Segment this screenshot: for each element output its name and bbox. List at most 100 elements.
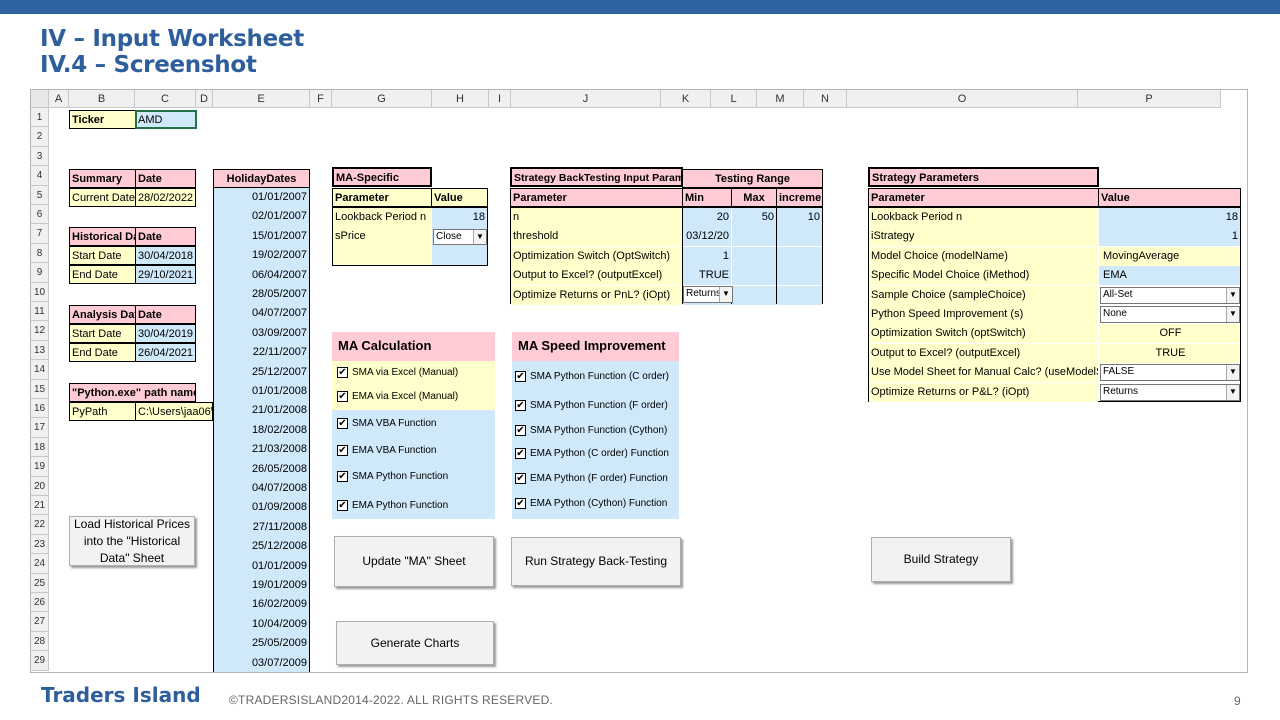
backtesting-increment-value[interactable] bbox=[777, 246, 822, 266]
strategy-param-dropdown[interactable]: All-Set ▼ bbox=[1100, 286, 1240, 304]
holiday-date-cell[interactable]: 22/11/2007 bbox=[214, 343, 309, 362]
row-header[interactable]: 4 bbox=[31, 166, 49, 186]
strategy-param-value[interactable]: 18 bbox=[1099, 208, 1240, 227]
holiday-date-cell[interactable]: 27/11/2008 bbox=[214, 518, 309, 537]
holiday-date-cell[interactable]: 06/04/2007 bbox=[214, 266, 309, 285]
row-header[interactable]: 19 bbox=[31, 457, 49, 477]
historical-start-value[interactable]: 30/04/2018 bbox=[135, 246, 196, 265]
ma-calc-checkbox[interactable]: ✔ SMA Python Function bbox=[337, 471, 448, 482]
holiday-date-cell[interactable]: 21/03/2008 bbox=[214, 440, 309, 459]
backtesting-increment-value[interactable] bbox=[777, 227, 822, 247]
holiday-date-cell[interactable]: 18/02/2008 bbox=[214, 421, 309, 440]
row-header[interactable]: 7 bbox=[31, 224, 49, 244]
row-header[interactable]: 1 bbox=[31, 108, 49, 128]
row-header[interactable]: 23 bbox=[31, 534, 49, 555]
row-header[interactable]: 10 bbox=[31, 282, 49, 302]
column-header[interactable]: D bbox=[196, 90, 213, 108]
row-header[interactable]: 17 bbox=[31, 418, 49, 438]
row-header[interactable]: 9 bbox=[31, 263, 49, 283]
row-header[interactable]: 5 bbox=[31, 185, 49, 205]
python-path-value[interactable]: C:\Users\jaa06\A bbox=[135, 402, 213, 421]
sprice-dropdown[interactable]: Close ▼ bbox=[433, 229, 487, 245]
strategy-param-value[interactable]: 1 bbox=[1099, 227, 1240, 247]
column-header[interactable]: K bbox=[661, 90, 711, 108]
backtesting-min-value[interactable]: 20 bbox=[683, 208, 731, 227]
select-all-corner[interactable] bbox=[31, 90, 49, 108]
ma-speed-checkbox[interactable]: ✔ EMA Python (Cython) Function bbox=[515, 498, 667, 509]
column-header[interactable]: G bbox=[332, 90, 432, 108]
holiday-date-cell[interactable]: 01/09/2008 bbox=[214, 498, 309, 517]
update-ma-button[interactable]: Update "MA" Sheet bbox=[334, 536, 494, 587]
row-header[interactable]: 18 bbox=[31, 437, 49, 458]
column-header[interactable]: M bbox=[757, 90, 804, 108]
ma-calc-checkbox[interactable]: ✔ SMA VBA Function bbox=[337, 418, 437, 429]
column-header[interactable]: F bbox=[310, 90, 332, 108]
row-header[interactable]: 2 bbox=[31, 127, 49, 147]
column-header[interactable]: C bbox=[135, 90, 196, 108]
holiday-date-cell[interactable]: 25/05/2009 bbox=[214, 634, 309, 653]
row-header[interactable]: 27 bbox=[31, 612, 49, 632]
row-header[interactable]: 20 bbox=[31, 476, 49, 496]
row-header[interactable]: 25 bbox=[31, 573, 49, 593]
holiday-date-cell[interactable]: 01/01/2007 bbox=[214, 188, 309, 207]
holiday-date-cell[interactable]: 19/02/2007 bbox=[214, 246, 309, 265]
holiday-date-cell[interactable]: 25/12/2008 bbox=[214, 537, 309, 556]
ma-speed-checkbox[interactable]: ✔ SMA Python Function (Cython) bbox=[515, 425, 667, 436]
holiday-date-cell[interactable]: 26/05/2008 bbox=[214, 460, 309, 479]
row-header[interactable]: 12 bbox=[31, 321, 49, 341]
holiday-date-cell[interactable]: 03/09/2007 bbox=[214, 324, 309, 343]
historical-end-value[interactable]: 29/10/2021 bbox=[135, 265, 196, 284]
generate-charts-button[interactable]: Generate Charts bbox=[336, 621, 494, 665]
ma-speed-checkbox[interactable]: ✔ SMA Python Function (F order) bbox=[515, 400, 668, 411]
strategy-param-dropdown[interactable]: None ▼ bbox=[1100, 306, 1240, 323]
load-historical-button[interactable]: Load Historical Prices into the "Histori… bbox=[69, 516, 195, 566]
holiday-date-cell[interactable]: 03/07/2009 bbox=[214, 654, 309, 672]
row-header[interactable]: 11 bbox=[31, 302, 49, 322]
holiday-date-cell[interactable]: 28/05/2007 bbox=[214, 285, 309, 304]
row-header[interactable]: 15 bbox=[31, 379, 49, 399]
backtesting-max-value[interactable]: 50 bbox=[732, 208, 776, 227]
holiday-date-cell[interactable]: 04/07/2007 bbox=[214, 304, 309, 323]
holiday-date-cell[interactable]: 25/12/2007 bbox=[214, 363, 309, 382]
holiday-date-cell[interactable]: 02/01/2007 bbox=[214, 207, 309, 226]
backtesting-increment-value[interactable] bbox=[777, 285, 822, 305]
row-header[interactable]: 14 bbox=[31, 360, 49, 380]
holiday-date-cell[interactable]: 10/04/2009 bbox=[214, 615, 309, 634]
column-header[interactable]: H bbox=[432, 90, 489, 108]
column-header[interactable]: B bbox=[69, 90, 135, 108]
holiday-date-cell[interactable]: 01/01/2009 bbox=[214, 557, 309, 576]
column-header[interactable]: O bbox=[847, 90, 1078, 108]
backtesting-min-value[interactable]: 1 bbox=[683, 246, 731, 266]
strategy-param-dropdown[interactable]: FALSE ▼ bbox=[1100, 364, 1240, 382]
column-header[interactable]: J bbox=[511, 90, 661, 108]
build-strategy-button[interactable]: Build Strategy bbox=[871, 537, 1011, 582]
analysis-start-value[interactable]: 30/04/2019 bbox=[135, 324, 196, 343]
row-header[interactable]: 21 bbox=[31, 496, 49, 516]
lookback-value[interactable]: 18 bbox=[432, 208, 487, 227]
column-header[interactable]: A bbox=[49, 90, 69, 108]
backtesting-increment-value[interactable] bbox=[777, 266, 822, 286]
backtesting-max-value[interactable] bbox=[732, 266, 776, 286]
row-header[interactable]: 22 bbox=[31, 515, 49, 535]
ma-speed-checkbox[interactable]: ✔ EMA Python (C order) Function bbox=[515, 448, 669, 459]
ma-speed-checkbox[interactable]: ✔ SMA Python Function (C order) bbox=[515, 371, 669, 382]
row-header[interactable]: 26 bbox=[31, 593, 49, 613]
holiday-date-cell[interactable]: 21/01/2008 bbox=[214, 401, 309, 420]
strategy-param-value[interactable]: EMA bbox=[1099, 266, 1240, 286]
column-header[interactable]: P bbox=[1078, 90, 1221, 108]
column-header[interactable]: L bbox=[711, 90, 757, 108]
holiday-date-cell[interactable]: 01/01/2008 bbox=[214, 382, 309, 401]
holiday-date-cell[interactable]: 16/02/2009 bbox=[214, 595, 309, 614]
run-backtesting-button[interactable]: Run Strategy Back-Testing bbox=[511, 537, 681, 586]
strategy-param-value[interactable]: MovingAverage bbox=[1099, 246, 1240, 266]
backtesting-increment-value[interactable]: 10 bbox=[777, 208, 822, 227]
holiday-date-cell[interactable]: 15/01/2007 bbox=[214, 227, 309, 246]
ma-calc-checkbox[interactable]: ✔ EMA via Excel (Manual) bbox=[337, 391, 458, 402]
backtesting-max-value[interactable] bbox=[732, 227, 776, 247]
column-header[interactable]: N bbox=[804, 90, 847, 108]
ma-calc-checkbox[interactable]: ✔ EMA Python Function bbox=[337, 500, 448, 511]
ma-calc-checkbox[interactable]: ✔ SMA via Excel (Manual) bbox=[337, 367, 458, 378]
row-header[interactable]: 24 bbox=[31, 554, 49, 574]
row-header[interactable]: 6 bbox=[31, 205, 49, 225]
current-date-value[interactable]: 28/02/2022 bbox=[135, 188, 196, 207]
